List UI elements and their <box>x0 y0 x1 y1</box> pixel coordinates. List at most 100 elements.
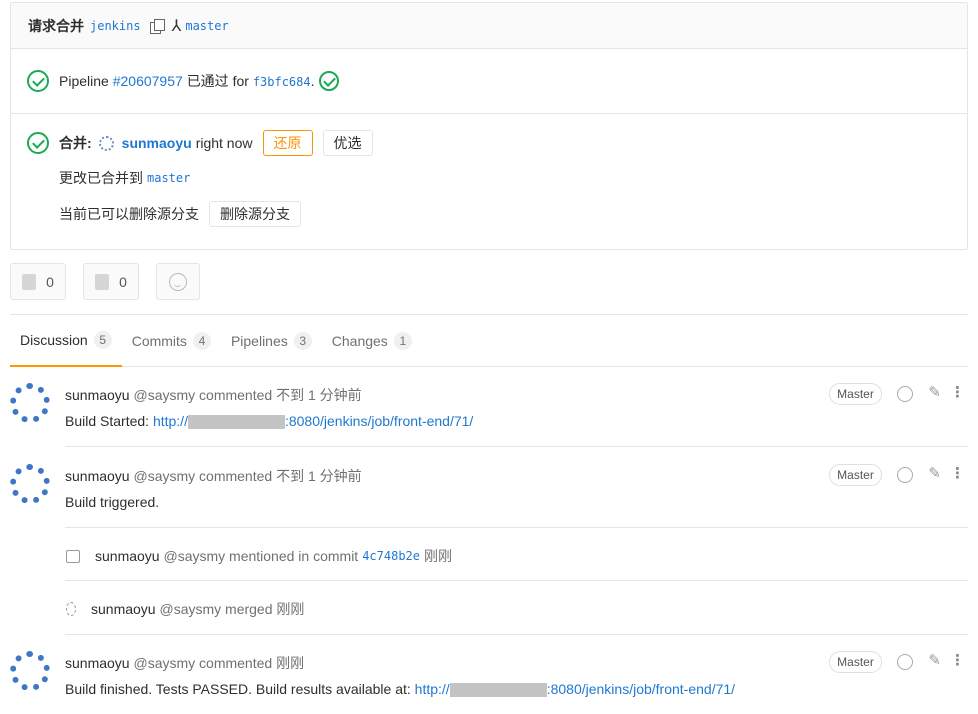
role-badge: Master <box>829 464 882 486</box>
link-suffix: :8080/jenkins/job/front-end/71/ <box>284 413 474 429</box>
tab-count-badge: 1 <box>393 332 412 350</box>
merged-section: 合并: sunmaoyu right now 还原 优选 更改已合并到 mast… <box>11 114 967 232</box>
merged-by-user[interactable]: sunmaoyu <box>122 135 192 151</box>
tab-count-badge: 3 <box>293 332 312 350</box>
note-author[interactable]: sunmaoyu <box>91 601 156 617</box>
delete-branch-line: 当前已可以删除源分支 删除源分支 <box>59 196 967 232</box>
delete-source-branch-button[interactable]: 删除源分支 <box>209 201 301 227</box>
changes-merged-line: 更改已合并到 master <box>59 160 967 196</box>
note-time: 刚刚 <box>424 548 452 564</box>
tab-pipelines[interactable]: Pipelines 3 <box>221 315 322 367</box>
note-body-text: Build Started: <box>65 413 153 429</box>
note-handle: @saysmy commented <box>133 468 273 484</box>
avatar[interactable] <box>10 651 50 691</box>
tab-label: Pipelines <box>230 333 288 349</box>
pencil-icon[interactable]: ✎ <box>928 651 941 669</box>
pipeline-status-text: 已通过 for <box>186 73 249 89</box>
mr-tabs: Discussion 5 Commits 4 Pipelines 3 Chang… <box>10 314 968 367</box>
link-prefix: http:// <box>152 413 188 429</box>
merged-label: 合并: <box>59 135 92 151</box>
cherry-pick-button[interactable]: 优选 <box>322 130 373 156</box>
tab-count-badge: 5 <box>93 331 112 349</box>
tab-commits[interactable]: Commits 4 <box>122 315 221 367</box>
merged-line: 合并: sunmaoyu right now 还原 优选 <box>27 130 967 156</box>
system-note-text: @saysmy mentioned in commit <box>163 548 359 564</box>
discussion-note: sunmaoyu @saysmy commented 不到 1 分钟前 Mast… <box>10 464 968 528</box>
redacted-host <box>449 683 547 698</box>
note-body: Build triggered. <box>65 494 160 510</box>
pencil-icon[interactable]: ✎ <box>928 464 941 482</box>
pipeline-suffix: . <box>310 73 315 89</box>
kebab-icon[interactable]: ⋮ <box>950 651 965 669</box>
smiley-icon[interactable] <box>897 386 913 402</box>
add-reaction-button[interactable] <box>156 263 200 300</box>
thumbs-up-count: 0 <box>46 273 54 290</box>
check-circle-icon <box>27 132 49 154</box>
pipeline-status-row: Pipeline #20607957 已通过 for f3bfc684. <box>11 49 967 114</box>
tab-label: Discussion <box>20 332 88 348</box>
merge-icon <box>66 602 76 616</box>
pipeline-stage-check-icon[interactable] <box>318 71 339 91</box>
discussion-note: sunmaoyu @saysmy commented 刚刚 Master ✎ ⋮… <box>10 651 968 711</box>
tab-label: Changes <box>331 333 388 349</box>
note-body: Build Started: http:// :8080/jenkins/job/… <box>65 413 474 430</box>
tab-label: Commits <box>131 333 187 349</box>
note-author[interactable]: sunmaoyu <box>65 468 130 484</box>
note-time: 刚刚 <box>276 655 305 671</box>
avatar[interactable] <box>10 464 50 504</box>
build-link[interactable]: http:// :8080/jenkins/job/front-end/71/ <box>152 413 474 430</box>
note-header: sunmaoyu @saysmy commented 不到 1 分钟前 <box>65 466 362 486</box>
divider <box>65 580 968 581</box>
note-author[interactable]: sunmaoyu <box>65 655 130 671</box>
commit-sha-link[interactable]: 4c748b2e <box>362 549 420 563</box>
merge-request-widget: 请求合并 jenkins ⅄ master Pipeline #20607957… <box>10 2 968 250</box>
target-branch[interactable]: master <box>185 19 228 33</box>
avatar[interactable] <box>98 135 114 151</box>
smiley-icon <box>169 272 187 291</box>
branch-arrow-icon: ⅄ <box>171 17 182 35</box>
role-badge: Master <box>829 651 882 673</box>
system-note-mention: sunmaoyu @saysmy mentioned in commit 4c7… <box>66 546 452 566</box>
note-author[interactable]: sunmaoyu <box>95 548 160 564</box>
revert-button[interactable]: 还原 <box>262 130 313 156</box>
tab-discussion[interactable]: Discussion 5 <box>10 315 122 367</box>
merged-time: right now <box>195 135 253 151</box>
pencil-icon[interactable]: ✎ <box>928 383 941 401</box>
check-circle-icon[interactable] <box>27 70 49 92</box>
note-handle: @saysmy commented <box>133 387 273 403</box>
note-time: 不到 1 分钟前 <box>276 387 362 403</box>
note-header: sunmaoyu @saysmy commented 不到 1 分钟前 <box>65 385 362 405</box>
divider <box>65 446 968 447</box>
comment-icon <box>66 549 80 563</box>
avatar[interactable] <box>10 383 50 423</box>
delete-branch-text: 当前已可以删除源分支 <box>59 206 199 222</box>
thumbs-down-count: 0 <box>119 273 127 290</box>
discussion-note: sunmaoyu @saysmy commented 不到 1 分钟前 Mast… <box>10 383 968 447</box>
build-link[interactable]: http://:8080/jenkins/job/front-end/71/ <box>415 681 735 698</box>
pipeline-prefix: Pipeline <box>59 73 109 89</box>
note-handle: @saysmy commented <box>133 655 273 671</box>
smiley-icon[interactable] <box>897 467 913 483</box>
pipeline-link[interactable]: #20607957 <box>113 73 183 89</box>
divider <box>65 634 968 635</box>
note-time: 刚刚 <box>276 601 305 617</box>
thumbs-down-button[interactable]: 0 <box>83 263 139 300</box>
smiley-icon[interactable] <box>897 654 913 670</box>
thumbs-up-icon <box>22 273 37 290</box>
copy-icon[interactable] <box>149 18 165 34</box>
note-author[interactable]: sunmaoyu <box>65 387 130 403</box>
source-branch[interactable]: jenkins <box>90 19 141 33</box>
kebab-icon[interactable]: ⋮ <box>950 383 965 401</box>
system-note-text: @saysmy merged <box>159 601 273 617</box>
kebab-icon[interactable]: ⋮ <box>950 464 965 482</box>
thumbs-down-icon <box>95 273 110 290</box>
system-note-merged: sunmaoyu @saysmy merged 刚刚 <box>66 599 304 619</box>
tab-changes[interactable]: Changes 1 <box>322 315 422 367</box>
redacted-host <box>187 415 285 430</box>
pipeline-text: Pipeline #20607957 已通过 for f3bfc684. <box>59 71 315 91</box>
merged-target-branch[interactable]: master <box>147 171 190 185</box>
mr-title: 请求合并 <box>28 17 84 34</box>
pipeline-commit-sha[interactable]: f3bfc684 <box>253 75 311 89</box>
note-time: 不到 1 分钟前 <box>276 468 362 484</box>
thumbs-up-button[interactable]: 0 <box>10 263 66 300</box>
